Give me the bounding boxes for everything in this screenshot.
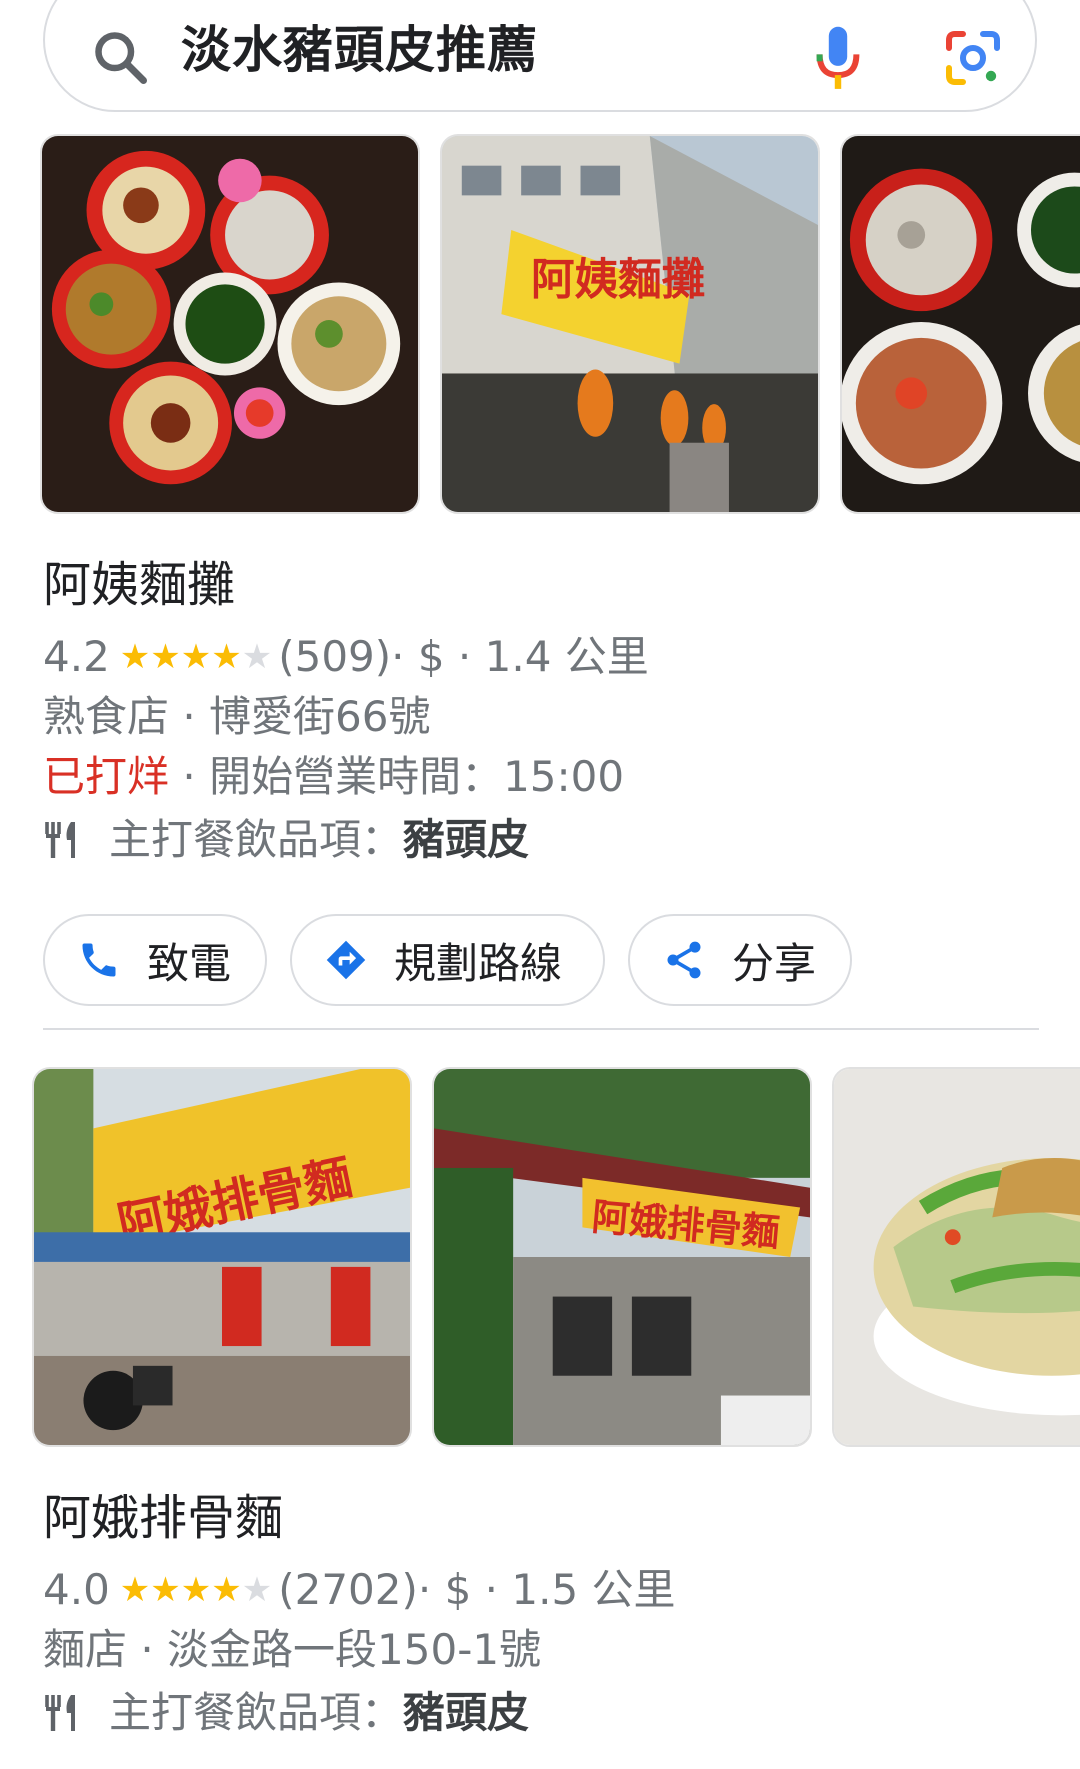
share-button[interactable]: 分享 (628, 914, 852, 1006)
price-distance: · $ · 1.4 公里 (391, 632, 649, 681)
star-icon: ★ (180, 1570, 212, 1611)
review-count[interactable]: (2702) (278, 1565, 418, 1615)
star-icon: ★ (119, 1570, 151, 1611)
storefront-street-photo[interactable]: 阿娥排骨麵 (432, 1067, 812, 1447)
lens-icon[interactable] (945, 30, 1001, 86)
svg-text:阿姨麵攤: 阿姨麵攤 (531, 255, 705, 305)
popular-dish: 主打餐飲品項： 豬頭皮 (43, 1688, 529, 1738)
rating-value: 4.2 (43, 632, 110, 681)
dish-label: 主打餐飲品項： (109, 1688, 404, 1737)
price-distance: · $ · 1.5 公里 (417, 1565, 676, 1614)
search-input[interactable]: 淡水豬頭皮推薦 (181, 20, 538, 80)
rating-line: 4.2 ★ ★ ★ ★ ★ (509) · $ · 1.4 公里 (43, 632, 649, 682)
star-rating: ★ ★ ★ ★ ★ (120, 640, 272, 674)
phone-icon (82, 943, 116, 977)
category-address: 熟食店 · 博愛街66號 (43, 692, 431, 741)
hours-line: 已打烊 · 開始營業時間：15:00 (43, 752, 624, 802)
star-icon: ★ (119, 637, 151, 678)
divider (43, 1028, 1039, 1030)
photo-carousel[interactable]: 阿娥排骨麵 阿娥排骨麵 (0, 1067, 1080, 1451)
rice-soup-photo[interactable] (840, 134, 1080, 514)
call-label: 致電 (147, 938, 232, 988)
directions-icon (326, 940, 366, 980)
opening-hours: · 開始營業時間：15:00 (169, 752, 625, 801)
photo-carousel[interactable]: 阿姨麵攤 (0, 134, 1080, 518)
review-count[interactable]: (509) (278, 632, 391, 682)
star-icon: ★ (150, 1570, 181, 1611)
directions-label: 規劃路線 (394, 938, 563, 988)
star-icon: ★ (150, 637, 181, 678)
star-icon: ★ (211, 637, 242, 678)
rating-value: 4.0 (43, 1565, 110, 1614)
star-icon: ★ (211, 1570, 242, 1611)
search-icon[interactable] (91, 28, 151, 88)
dish-name: 豬頭皮 (403, 815, 530, 864)
listing-title[interactable]: 阿娥排骨麵 (43, 1490, 283, 1548)
utensils-icon (45, 1695, 75, 1732)
star-icon: ★ (180, 637, 212, 678)
star-rating: ★ ★ ★ ★ ★ (120, 1573, 272, 1607)
star-icon: ★ (241, 1570, 273, 1611)
status-badge: 已打烊 (43, 752, 170, 801)
share-label: 分享 (732, 938, 817, 988)
storefront-photo[interactable]: 阿姨麵攤 (440, 134, 820, 514)
directions-button[interactable]: 規劃路線 (290, 914, 605, 1006)
storefront-sign-photo[interactable]: 阿娥排骨麵 (32, 1067, 412, 1447)
listing-title[interactable]: 阿姨麵攤 (43, 557, 235, 615)
dish-label: 主打餐飲品項： (109, 815, 404, 864)
call-button[interactable]: 致電 (43, 914, 267, 1006)
mic-icon[interactable] (815, 24, 861, 94)
popular-dish: 主打餐飲品項： 豬頭皮 (43, 815, 529, 865)
category-address: 麵店 · 淡金路一段150-1號 (43, 1625, 542, 1674)
dish-name: 豬頭皮 (403, 1688, 530, 1737)
share-icon (667, 941, 701, 979)
rating-line: 4.0 ★ ★ ★ ★ ★ (2702) · $ · 1.5 公里 (43, 1565, 676, 1615)
utensils-icon (45, 822, 75, 859)
salad-bowl-photo[interactable] (832, 1067, 1080, 1447)
food-spread-photo[interactable] (40, 134, 420, 514)
search-bar[interactable]: 淡水豬頭皮推薦 (43, 0, 1037, 112)
star-icon: ★ (241, 637, 273, 678)
